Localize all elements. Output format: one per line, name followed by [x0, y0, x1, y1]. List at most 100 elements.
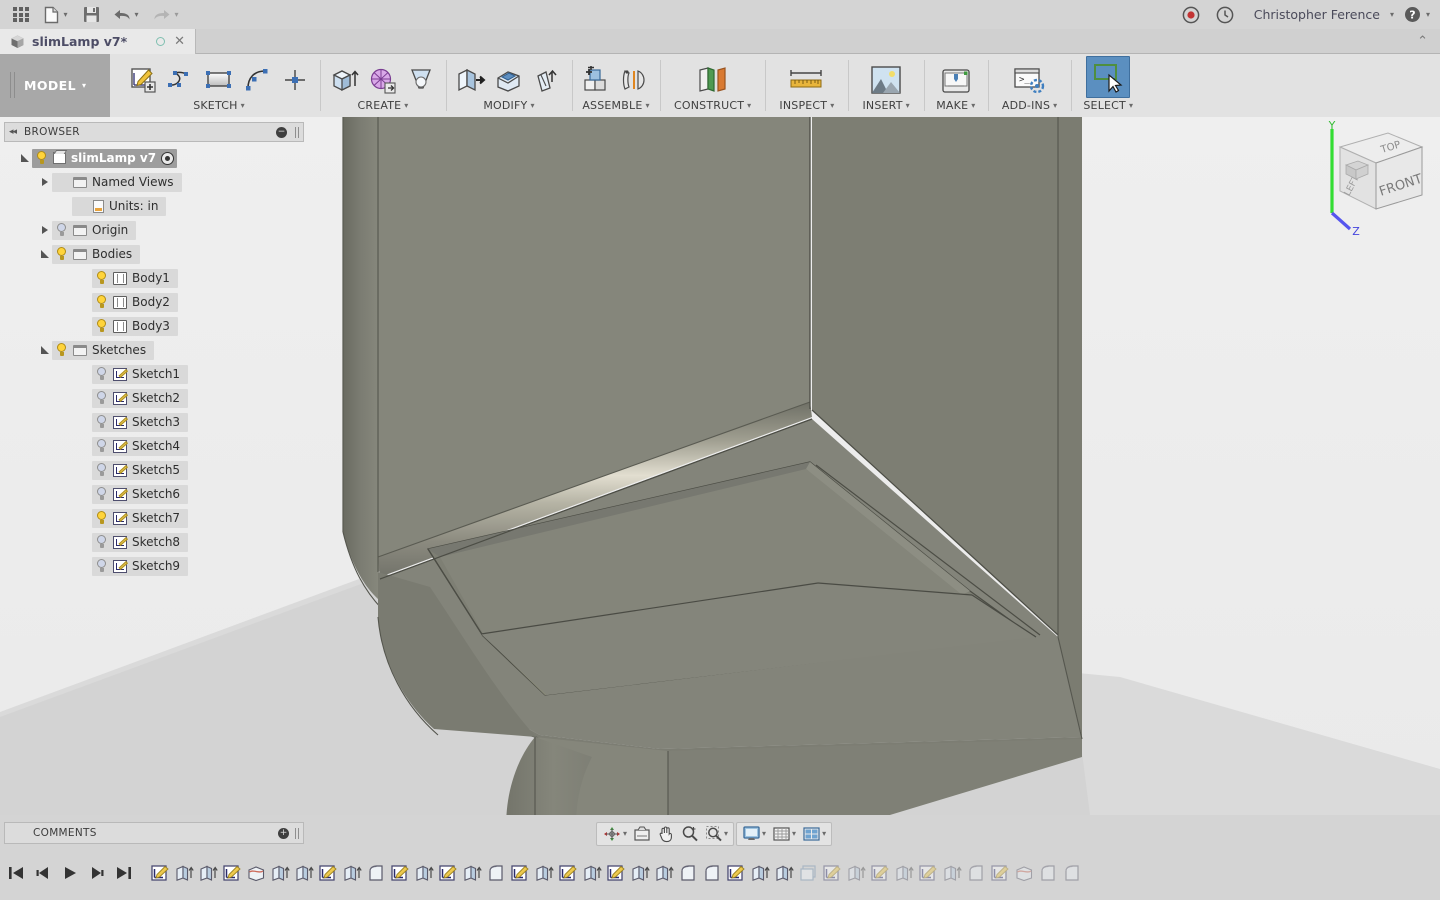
timeline-feature[interactable]: [268, 861, 292, 887]
browser-tree-item[interactable]: Sketches: [4, 338, 304, 362]
collapse-ribbon-button[interactable]: ⌃: [1417, 34, 1428, 49]
shell-button[interactable]: [530, 62, 564, 98]
visibility-bulb-icon[interactable]: [35, 151, 48, 165]
ribbon-panel-label-insert[interactable]: INSERT ▾: [862, 99, 909, 112]
timeline-feature[interactable]: [628, 861, 652, 887]
file-menu-button[interactable]: ▾: [36, 2, 76, 28]
skip-to-end-button[interactable]: [116, 865, 132, 884]
scripts-addins-button[interactable]: >_: [1008, 62, 1052, 98]
tree-twisty[interactable]: [38, 178, 52, 186]
timeline-feature[interactable]: [508, 861, 532, 887]
create-sketch-button[interactable]: [126, 62, 160, 98]
display-settings-button[interactable]: ▾: [740, 824, 768, 844]
tree-item-chip[interactable]: Body2: [92, 292, 178, 312]
tree-item-chip[interactable]: Body1: [92, 268, 178, 288]
ribbon-panel-label-make[interactable]: MAKE ▾: [936, 99, 975, 112]
timeline-feature[interactable]: [460, 861, 484, 887]
tree-item-chip[interactable]: slimLamp v7: [32, 148, 178, 168]
visibility-bulb-icon[interactable]: [95, 367, 108, 381]
help-menu-button[interactable]: ? ▾: [1404, 2, 1430, 28]
browser-tree-item[interactable]: Sketch3: [4, 410, 304, 434]
timeline-feature[interactable]: [988, 861, 1012, 887]
insert-image-button[interactable]: [866, 62, 906, 98]
arc-button[interactable]: [240, 62, 274, 98]
timeline-feature[interactable]: [220, 861, 244, 887]
tree-item-chip[interactable]: Origin: [52, 220, 137, 240]
visibility-bulb-icon[interactable]: [95, 535, 108, 549]
timeline-feature[interactable]: [196, 861, 220, 887]
visibility-bulb-icon[interactable]: [95, 271, 108, 285]
visibility-bulb-icon[interactable]: [95, 487, 108, 501]
browser-tree-item[interactable]: Sketch9: [4, 554, 304, 578]
timeline-feature[interactable]: [748, 861, 772, 887]
ribbon-panel-label-modify[interactable]: MODIFY ▾: [483, 99, 534, 112]
play-button[interactable]: [62, 865, 78, 884]
loft-button[interactable]: [404, 62, 438, 98]
ribbon-panel-label-construct[interactable]: CONSTRUCT ▾: [674, 99, 751, 112]
browser-tree-item[interactable]: Sketch4: [4, 434, 304, 458]
zoom-button[interactable]: [679, 824, 701, 844]
browser-tree-item[interactable]: Units: in: [4, 194, 304, 218]
redo-button[interactable]: ▾: [146, 2, 186, 28]
user-menu-button[interactable]: Christopher Ference ▾: [1244, 2, 1400, 28]
tree-item-chip[interactable]: Bodies: [52, 244, 141, 264]
tree-item-chip[interactable]: Sketch6: [92, 484, 189, 504]
visibility-bulb-icon[interactable]: [95, 511, 108, 525]
browser-tree-item[interactable]: Origin: [4, 218, 304, 242]
timeline-feature[interactable]: [484, 861, 508, 887]
visibility-bulb-icon[interactable]: [55, 247, 68, 261]
new-component-button[interactable]: [580, 62, 614, 98]
tree-item-chip[interactable]: Sketch8: [92, 532, 189, 552]
timeline-feature[interactable]: [412, 861, 436, 887]
browser-tree-item[interactable]: Sketch2: [4, 386, 304, 410]
fillet-button[interactable]: [492, 62, 526, 98]
timeline-feature[interactable]: [820, 861, 844, 887]
browser-tree-item[interactable]: Sketch8: [4, 530, 304, 554]
orbit-button[interactable]: ▾: [600, 824, 629, 844]
tree-item-chip[interactable]: Sketch9: [92, 556, 189, 576]
ribbon-panel-label-addins[interactable]: ADD-INS ▾: [1002, 99, 1058, 112]
timeline-feature[interactable]: [340, 861, 364, 887]
browser-tree-item[interactable]: Body2: [4, 290, 304, 314]
timeline-feature[interactable]: [532, 861, 556, 887]
timeline-feature[interactable]: [892, 861, 916, 887]
spline-button[interactable]: [164, 62, 198, 98]
tree-twisty[interactable]: [38, 250, 52, 258]
comments-resize-grip[interactable]: [295, 827, 299, 839]
tree-twisty[interactable]: [38, 346, 52, 354]
timeline-feature[interactable]: [700, 861, 724, 887]
timeline-feature[interactable]: [148, 861, 172, 887]
3d-print-button[interactable]: [936, 62, 976, 98]
visibility-bulb-icon[interactable]: [95, 439, 108, 453]
point-button[interactable]: [278, 62, 312, 98]
timeline-feature[interactable]: [1060, 861, 1084, 887]
visibility-bulb-icon[interactable]: [55, 343, 68, 357]
visibility-bulb-icon[interactable]: [95, 415, 108, 429]
timeline-feature[interactable]: [1012, 861, 1036, 887]
tree-item-chip[interactable]: Units: in: [72, 196, 167, 216]
timeline-feature[interactable]: [724, 861, 748, 887]
comments-panel[interactable]: COMMENTS +: [4, 822, 304, 844]
timeline-feature[interactable]: [172, 861, 196, 887]
timeline-feature[interactable]: [652, 861, 676, 887]
timeline-feature[interactable]: [388, 861, 412, 887]
browser-tree-item[interactable]: slimLamp v7: [4, 146, 304, 170]
timeline-feature[interactable]: [868, 861, 892, 887]
tree-item-chip[interactable]: Body3: [92, 316, 178, 336]
timeline-feature[interactable]: [1036, 861, 1060, 887]
timeline-feature[interactable]: [940, 861, 964, 887]
browser-tree-item[interactable]: Sketch6: [4, 482, 304, 506]
visibility-bulb-icon[interactable]: [95, 391, 108, 405]
browser-collapse-button[interactable]: ◂◂: [9, 127, 17, 137]
document-tab[interactable]: slimLamp v7* ✕: [0, 29, 196, 54]
zoom-window-button[interactable]: ▾: [703, 824, 730, 844]
browser-tree-item[interactable]: Body3: [4, 314, 304, 338]
tree-twisty[interactable]: [18, 154, 32, 162]
activate-component-radio[interactable]: [161, 151, 175, 165]
tree-item-chip[interactable]: Sketch2: [92, 388, 189, 408]
timeline-feature[interactable]: [292, 861, 316, 887]
tree-item-chip[interactable]: Named Views: [52, 172, 182, 192]
timeline-feature[interactable]: [316, 861, 340, 887]
close-tab-button[interactable]: ✕: [172, 35, 187, 48]
grid-snap-button[interactable]: ▾: [770, 824, 798, 844]
